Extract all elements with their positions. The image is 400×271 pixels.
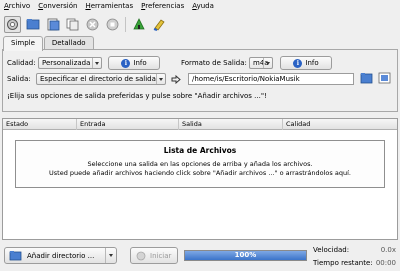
open-output-icon[interactable] bbox=[378, 72, 391, 84]
empty-list-message: Lista de Archivos Seleccione una salida … bbox=[15, 140, 385, 188]
start-label: Iniciar bbox=[150, 251, 172, 260]
add-directory-button[interactable]: Añadir directorio ... bbox=[4, 247, 117, 264]
menu-preferencias[interactable]: Preferencias bbox=[141, 0, 184, 12]
browse-folder-icon[interactable] bbox=[360, 72, 373, 84]
add-directory-label: Añadir directorio ... bbox=[27, 251, 95, 260]
table-body[interactable]: Lista de Archivos Seleccione una salida … bbox=[3, 130, 397, 239]
column-salida[interactable]: Salida bbox=[179, 119, 283, 130]
column-estado[interactable]: Estado bbox=[3, 119, 77, 130]
tab-simple[interactable]: Simple bbox=[3, 36, 43, 51]
hint-text: ¡Elija sus opciones de salida preferidas… bbox=[7, 92, 267, 100]
quality-label: Calidad: bbox=[7, 59, 36, 67]
progress-bar: 100% bbox=[184, 250, 307, 261]
settings-button[interactable] bbox=[4, 15, 21, 33]
output-label: Salida: bbox=[7, 75, 31, 83]
quality-info-button[interactable]: i Info bbox=[108, 56, 160, 70]
open-folder-icon bbox=[26, 19, 39, 30]
stop-icon bbox=[106, 18, 119, 30]
menu-herramientas[interactable]: Herramientas bbox=[85, 0, 133, 12]
quality-value: Personalizada bbox=[42, 59, 91, 67]
output-path-field[interactable]: /home/is/Escritorio/NokiaMusik bbox=[188, 73, 354, 85]
format-select[interactable]: m4a bbox=[249, 57, 273, 69]
chevron-down-icon bbox=[92, 58, 101, 68]
speed-label: Velocidad: bbox=[313, 246, 350, 254]
format-info-button[interactable]: i Info bbox=[280, 56, 332, 70]
copy-icon bbox=[66, 18, 79, 30]
start-button[interactable]: Iniciar bbox=[130, 247, 178, 264]
tab-bar: Simple Detallado bbox=[3, 36, 95, 51]
info-icon: i bbox=[121, 58, 131, 68]
chevron-down-icon bbox=[263, 58, 272, 68]
options-panel: Calidad: Personalizada i Info Formato de… bbox=[2, 49, 398, 112]
output-select[interactable]: Especificar el directorio de salida bbox=[36, 73, 166, 85]
clean-icon bbox=[153, 19, 165, 31]
stop-button[interactable] bbox=[104, 16, 121, 33]
toolbar-separator bbox=[125, 16, 126, 32]
add-menu-dropdown[interactable] bbox=[105, 248, 116, 263]
toolbar bbox=[0, 13, 400, 35]
start-icon bbox=[136, 251, 146, 260]
chevron-down-icon bbox=[156, 74, 165, 84]
output-value: Especificar el directorio de salida bbox=[40, 75, 156, 83]
empty-list-title: Lista de Archivos bbox=[163, 146, 237, 155]
column-entrada[interactable]: Entrada bbox=[77, 119, 179, 130]
menu-conversion[interactable]: Conversión bbox=[38, 0, 77, 12]
table-header: Estado Entrada Salida Calidad bbox=[3, 119, 397, 130]
empty-list-line1: Seleccione una salida en las opciones de… bbox=[87, 160, 313, 168]
format-info-label: Info bbox=[305, 59, 319, 67]
format-label: Formato de Salida: bbox=[181, 59, 247, 67]
clean-button[interactable] bbox=[150, 16, 167, 33]
file-list[interactable]: Estado Entrada Salida Calidad Lista de A… bbox=[2, 118, 398, 240]
copy-button[interactable] bbox=[64, 16, 81, 33]
add-files-icon bbox=[47, 18, 59, 30]
plugin-button[interactable] bbox=[130, 16, 147, 33]
settings-icon bbox=[7, 18, 18, 30]
open-folder-button[interactable] bbox=[24, 16, 41, 33]
cancel-icon bbox=[86, 18, 99, 30]
plugin-icon bbox=[132, 18, 145, 30]
column-calidad[interactable]: Calidad bbox=[283, 119, 397, 130]
chevron-down-icon bbox=[109, 254, 113, 257]
progress-text: 100% bbox=[234, 251, 257, 259]
menu-archivo[interactable]: Archivo bbox=[4, 0, 30, 12]
info-icon: i bbox=[293, 58, 303, 68]
cancel-button[interactable] bbox=[84, 16, 101, 33]
time-remaining-value: 00:00 bbox=[375, 259, 396, 267]
time-remaining-label: Tiempo restante: bbox=[313, 259, 373, 267]
quality-info-label: Info bbox=[133, 59, 147, 67]
speed-value: 0.0x bbox=[380, 246, 396, 254]
empty-list-line2: Usted puede añadir archivos haciendo cli… bbox=[49, 169, 351, 177]
folder-icon bbox=[9, 251, 22, 261]
tab-detallado[interactable]: Detallado bbox=[43, 36, 94, 50]
menu-ayuda[interactable]: Ayuda bbox=[192, 0, 214, 12]
goto-arrow-icon bbox=[171, 75, 181, 84]
add-files-button[interactable] bbox=[44, 16, 61, 33]
quality-select[interactable]: Personalizada bbox=[38, 57, 102, 69]
menubar: Archivo Conversión Herramientas Preferen… bbox=[0, 0, 400, 12]
